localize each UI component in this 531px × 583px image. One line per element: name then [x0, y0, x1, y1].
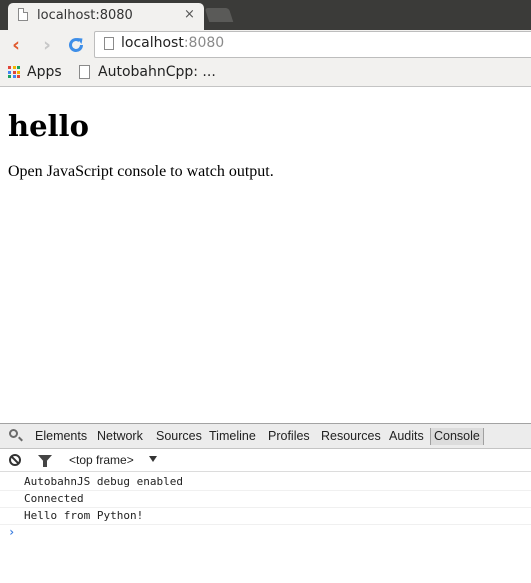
- tab-sources[interactable]: Sources: [156, 429, 202, 443]
- reload-icon[interactable]: [66, 35, 86, 55]
- page-favicon-icon: [18, 8, 28, 21]
- console-toolbar: <top frame>: [0, 449, 531, 472]
- tab-audits[interactable]: Audits: [389, 429, 424, 443]
- apps-grid-dot: [17, 75, 20, 78]
- apps-grid-icon[interactable]: [8, 66, 20, 78]
- new-tab-button[interactable]: [204, 8, 234, 22]
- bookmark-autobahncpp[interactable]: AutobahnCpp: ...: [98, 64, 216, 80]
- console-output: AutobahnJS debug enabled Connected Hello…: [0, 474, 531, 525]
- console-message: Hello from Python!: [0, 508, 531, 525]
- tab-close-icon[interactable]: ×: [184, 7, 195, 22]
- search-icon[interactable]: [9, 429, 18, 438]
- devtools-tab-bar: Elements Network Sources Timeline Profil…: [0, 424, 531, 449]
- tab-profiles[interactable]: Profiles: [268, 429, 310, 443]
- console-message: AutobahnJS debug enabled: [0, 474, 531, 491]
- apps-grid-dot: [12, 66, 16, 69]
- console-message: Connected: [0, 491, 531, 508]
- chevron-down-icon[interactable]: [149, 456, 157, 462]
- url-text[interactable]: localhost:8080: [121, 35, 224, 51]
- apps-grid-dot: [12, 75, 16, 78]
- address-bar[interactable]: localhost:8080: [94, 31, 531, 58]
- tab-resources[interactable]: Resources: [321, 429, 381, 443]
- apps-grid-dot: [17, 66, 20, 69]
- browser-tab[interactable]: localhost:8080 ×: [8, 3, 204, 30]
- tab-title: localhost:8080: [37, 8, 133, 23]
- apps-grid-dot: [8, 66, 11, 69]
- bookmarks-bar: Apps AutobahnCpp: ...: [0, 60, 531, 87]
- page-heading: hello: [8, 109, 89, 143]
- forward-arrow-icon[interactable]: ›: [37, 35, 57, 55]
- apps-grid-dot: [8, 75, 11, 78]
- console-prompt[interactable]: ›: [8, 525, 15, 539]
- clear-console-icon[interactable]: [9, 454, 21, 466]
- page-content: hello Open JavaScript console to watch o…: [8, 87, 523, 181]
- back-arrow-icon[interactable]: ‹: [6, 35, 26, 55]
- tab-console[interactable]: Console: [430, 428, 484, 445]
- frame-selector[interactable]: <top frame>: [69, 453, 134, 467]
- page-paragraph: Open JavaScript console to watch output.: [8, 163, 274, 180]
- apps-grid-dot: [12, 70, 16, 74]
- tab-timeline[interactable]: Timeline: [209, 429, 256, 443]
- tab-strip: localhost:8080 ×: [0, 0, 531, 30]
- devtools-panel: Elements Network Sources Timeline Profil…: [0, 423, 531, 583]
- tab-elements[interactable]: Elements: [35, 429, 87, 443]
- filter-icon[interactable]: [38, 455, 52, 467]
- apps-bookmark[interactable]: Apps: [27, 64, 62, 80]
- bookmark-page-icon: [79, 65, 90, 79]
- apps-grid-dot: [8, 70, 11, 74]
- tab-network[interactable]: Network: [97, 429, 143, 443]
- page-icon: [104, 37, 114, 50]
- apps-grid-dot: [17, 70, 20, 74]
